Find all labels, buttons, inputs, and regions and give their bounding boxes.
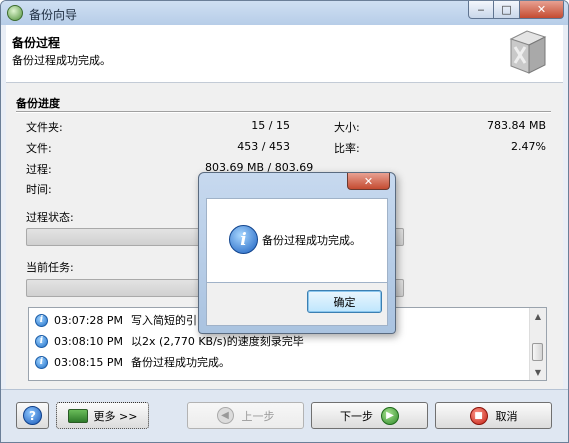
next-button[interactable]: 下一步 ▶ <box>311 402 428 429</box>
time-label: 时间: <box>26 183 52 196</box>
folders-label: 文件夹: <box>26 121 63 134</box>
forward-arrow-icon: ▶ <box>381 406 399 425</box>
progress-section-title: 备份进度 <box>16 97 60 110</box>
dialog-message: 备份过程成功完成。 <box>262 234 361 247</box>
current-task-label: 当前任务: <box>26 261 74 274</box>
scroll-down-icon[interactable]: ▼ <box>530 364 546 380</box>
folders-value: 15 / 15 <box>251 119 290 132</box>
back-arrow-icon: ◀ <box>216 407 234 424</box>
ok-button[interactable]: 确定 <box>307 290 382 313</box>
cancel-button-label: 取消 <box>495 409 518 423</box>
info-icon: i <box>35 313 48 327</box>
window-title: 备份向导 <box>29 8 78 22</box>
log-time: 03:08:10 PM <box>54 334 124 348</box>
log-scrollbar[interactable]: ▲ ▼ <box>529 308 546 380</box>
next-button-label: 下一步 <box>340 409 373 423</box>
process-status-label: 过程状态: <box>26 211 74 224</box>
close-button[interactable]: ✕ <box>520 1 564 19</box>
header-subtitle: 备份过程成功完成。 <box>12 54 111 67</box>
scroll-thumb[interactable] <box>532 343 543 361</box>
more-button[interactable]: 更多 >> <box>56 402 149 429</box>
dialog-close-button[interactable]: ✕ <box>347 173 390 190</box>
drive-icon <box>67 408 88 423</box>
button-bar: ? 更多 >> ◀ 上一步 下一步 ▶ ■ 取消 <box>1 389 568 442</box>
cancel-button[interactable]: ■ 取消 <box>435 402 552 429</box>
log-entry: i 03:08:15 PM 备份过程成功完成。 <box>35 353 230 371</box>
log-message: 备份过程成功完成。 <box>131 356 231 369</box>
size-label: 大小: <box>334 121 360 134</box>
log-time: 03:08:15 PM <box>54 355 124 369</box>
previous-button-label: 上一步 <box>241 409 275 423</box>
stop-icon: ■ <box>469 406 488 425</box>
previous-button[interactable]: ◀ 上一步 <box>187 402 304 429</box>
log-entry: i 03:08:10 PM 以2x (2,770 KB/s)的速度刻录完毕 <box>35 332 304 350</box>
files-value: 453 / 453 <box>237 140 290 153</box>
log-message: 以2x (2,770 KB/s)的速度刻录完毕 <box>131 335 304 348</box>
maximize-button[interactable]: □ <box>494 1 520 19</box>
header-title: 备份过程 <box>12 36 61 50</box>
completion-dialog: ✕ i 备份过程成功完成。 确定 <box>198 172 396 334</box>
info-icon: i <box>229 225 258 254</box>
dialog-body: i 备份过程成功完成。 <box>206 198 388 283</box>
window-controls: ‒ □ ✕ <box>468 1 564 19</box>
minimize-button[interactable]: ‒ <box>468 1 494 19</box>
log-time: 03:07:28 PM <box>54 313 124 327</box>
log-entry: i 03:07:28 PM 写入简短的引出 <box>35 311 208 329</box>
files-label: 文件: <box>26 142 52 155</box>
scroll-up-icon[interactable]: ▲ <box>530 308 546 324</box>
size-value: 783.84 MB <box>486 119 546 132</box>
info-icon: i <box>35 334 48 348</box>
ratio-label: 比率: <box>334 142 360 155</box>
more-button-label: 更多 >> <box>93 409 138 423</box>
info-icon: i <box>35 355 48 369</box>
help-button[interactable]: ? <box>16 402 49 429</box>
log-message: 写入简短的引出 <box>131 314 209 327</box>
process-label: 过程: <box>26 163 52 176</box>
ratio-value: 2.47% <box>511 140 546 153</box>
section-divider <box>16 111 551 113</box>
help-icon: ? <box>23 406 42 425</box>
app-icon <box>7 5 23 21</box>
wizard-header: 备份过程 备份过程成功完成。 <box>6 25 563 83</box>
title-bar[interactable]: 备份向导 ‒ □ ✕ <box>1 1 568 25</box>
backup-box-icon <box>509 30 547 74</box>
dialog-footer: 确定 <box>206 283 388 326</box>
